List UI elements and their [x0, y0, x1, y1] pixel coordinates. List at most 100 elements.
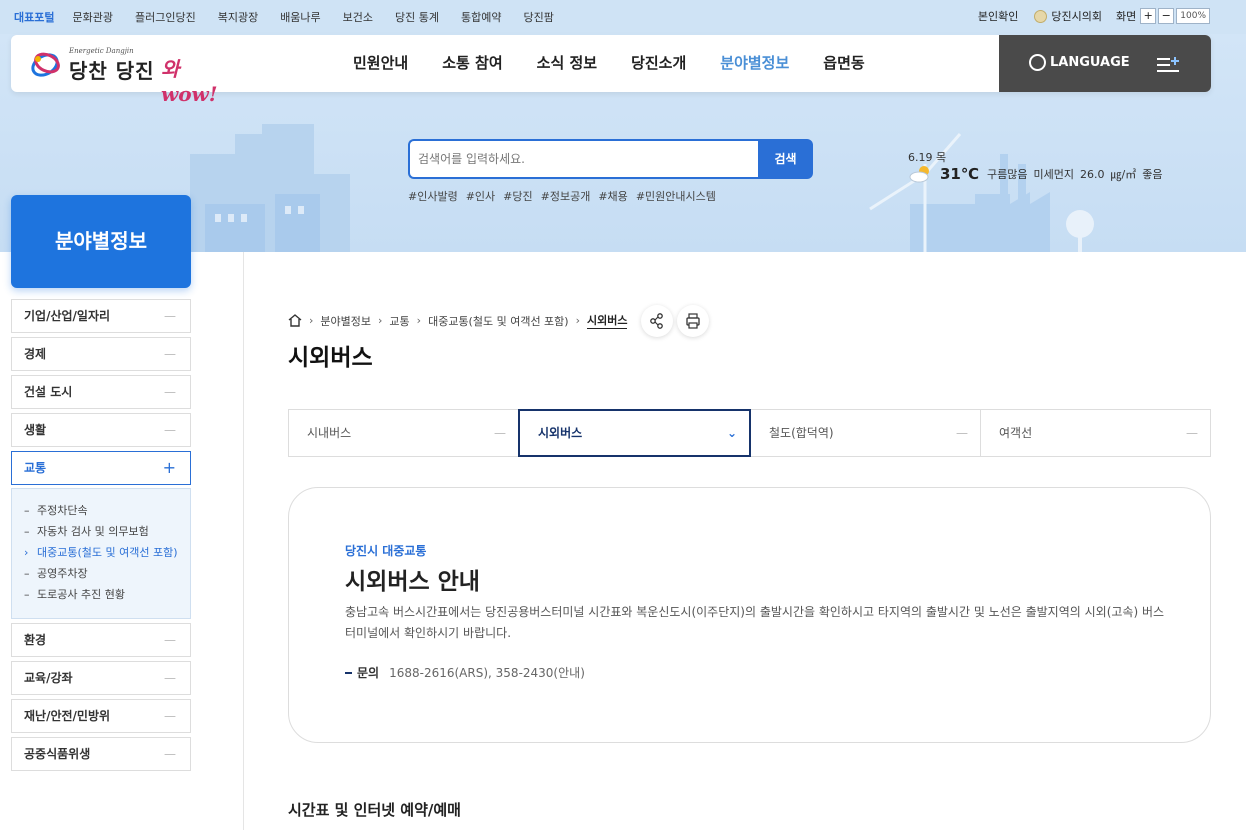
sidebar-item-food-hygiene[interactable]: 공중식품위생 — [11, 737, 191, 771]
logo-text: 당찬 당진 [69, 59, 155, 83]
family-link-plugin[interactable]: 플러그인당진 [135, 9, 196, 25]
submenu-item[interactable]: – 도로공사 추진 현황 [24, 587, 182, 602]
partly-cloudy-icon [909, 166, 929, 183]
chevron-right-icon: › [24, 546, 29, 559]
menu-fields[interactable]: 분야별정보 [720, 52, 789, 73]
family-link-welfare[interactable]: 복지광장 [218, 9, 258, 25]
family-link-farm[interactable]: 당진팜 [524, 9, 554, 25]
keyword-tag[interactable]: #인사 [466, 188, 495, 204]
family-link-reservation[interactable]: 통합예약 [461, 9, 501, 25]
dash-icon: – [24, 588, 30, 601]
menu-about[interactable]: 당진소개 [631, 52, 686, 73]
sidebar-item-economy[interactable]: 경제 — [11, 337, 191, 371]
sidebar-submenu: – 주정차단속 – 자동차 검사 및 의무보험 › 대중교통(철도 및 여객선 포함)… [11, 488, 191, 619]
site-logo[interactable]: Energetic Dangjin 당찬 당진 와wow! [29, 45, 229, 106]
plus-icon: + [162, 458, 176, 477]
submenu-item-label: 대중교통(철도 및 여객선 포함) [37, 546, 178, 559]
all-menu-icon[interactable] [1157, 55, 1179, 73]
family-link-culture[interactable]: 문화관광 [72, 9, 112, 25]
dust-label: 미세먼지 [1033, 168, 1075, 181]
search-input[interactable] [408, 139, 760, 179]
submenu-item-current[interactable]: › 대중교통(철도 및 여객선 포함) [24, 545, 182, 560]
search-button[interactable]: 검색 [758, 139, 813, 179]
tab-label: 시내버스 [307, 426, 352, 440]
tab-ferry[interactable]: 여객선 — [980, 409, 1211, 457]
family-link-health[interactable]: 보건소 [343, 9, 373, 25]
minus-icon: — [164, 309, 176, 323]
content-divider [243, 252, 244, 830]
minus-icon: — [164, 671, 176, 685]
print-icon [686, 313, 700, 329]
page-title: 시외버스 [288, 345, 373, 371]
minus-icon: — [164, 633, 176, 647]
section-title: 시간표 및 인터넷 예약/예매 [288, 801, 461, 819]
sidebar-item-label: 기업/산업/일자리 [24, 309, 111, 323]
tab-label: 철도(합덕역) [769, 426, 834, 440]
tab-intercity-bus[interactable]: 시외버스 ⌄ [518, 409, 751, 457]
breadcrumb-item[interactable]: 대중교통(철도 및 여객선 포함) [428, 313, 569, 329]
card-title: 시외버스 안내 [345, 569, 480, 595]
minus-icon: — [494, 426, 506, 440]
card-description: 충남고속 버스시간표에서는 당진공용버스터미널 시간표와 복운신도시(이주단지)… [345, 605, 1165, 640]
verify-link[interactable]: 본인확인 [978, 8, 1018, 24]
minus-icon: — [164, 347, 176, 361]
sidebar-item-label: 생활 [24, 423, 47, 437]
search-box: 검색 [408, 139, 813, 179]
chevron-down-icon: ⌄ [726, 426, 737, 440]
submenu-item[interactable]: – 자동차 검사 및 의무보험 [24, 524, 182, 539]
sidebar-item-safety[interactable]: 재난/안전/민방위 — [11, 699, 191, 733]
portal-link[interactable]: 대표포털 [14, 9, 54, 25]
submenu-item[interactable]: – 주정차단속 [24, 503, 182, 518]
keyword-tag[interactable]: #민원안내시스템 [636, 188, 716, 204]
dust-status: 좋음 [1142, 168, 1163, 181]
family-link-learning[interactable]: 배움나루 [280, 9, 320, 25]
sidebar-item-education[interactable]: 교육/강좌 — [11, 661, 191, 695]
breadcrumb-item[interactable]: 교통 [389, 313, 409, 329]
keyword-tag[interactable]: #인사발령 [408, 188, 458, 204]
utility-right: 본인확인 당진시의회 화면 + − 100% [978, 8, 1210, 24]
keyword-tag[interactable]: #채용 [598, 188, 627, 204]
card-eyebrow: 당진시 대중교통 [345, 544, 427, 558]
menu-districts[interactable]: 읍면동 [823, 52, 864, 73]
contact-value: 1688-2616(ARS), 358-2430(안내) [389, 666, 585, 680]
minus-icon: — [956, 426, 968, 440]
share-button[interactable] [641, 305, 673, 337]
zoom-value: 100% [1176, 8, 1210, 24]
popular-keywords: #인사발령 #인사 #당진 #정보공개 #채용 #민원안내시스템 [408, 188, 724, 204]
keyword-tag[interactable]: #당진 [503, 188, 532, 204]
tab-city-bus[interactable]: 시내버스 — [288, 409, 519, 457]
sidebar-item-construction[interactable]: 건설 도시 — [11, 375, 191, 409]
home-icon[interactable] [288, 314, 302, 327]
utility-bar: 대표포털 문화관광 플러그인당진 복지광장 배움나루 보건소 당진 통계 통합예… [0, 0, 1246, 34]
family-link-stats[interactable]: 당진 통계 [395, 9, 439, 25]
menu-news[interactable]: 소식 정보 [537, 52, 597, 73]
breadcrumb-item[interactable]: 분야별정보 [320, 313, 371, 329]
sidebar-item-industry[interactable]: 기업/산업/일자리 — [11, 299, 191, 333]
sidebar-item-traffic[interactable]: 교통 + [11, 451, 191, 485]
main-menu: 민원안내 소통 참여 소식 정보 당진소개 분야별정보 읍면동 [353, 52, 899, 73]
menu-civil[interactable]: 민원안내 [353, 52, 408, 73]
family-site-links: 대표포털 문화관광 플러그인당진 복지광장 배움나루 보건소 당진 통계 통합예… [14, 9, 576, 25]
language-button[interactable]: LANGUAGE [1029, 54, 1130, 71]
sidebar-title: 분야별정보 [11, 195, 191, 288]
minus-icon: — [164, 747, 176, 761]
submenu-item-label: 공영주차장 [37, 567, 88, 580]
sidebar-item-label: 교통 [24, 461, 47, 475]
menu-participation[interactable]: 소통 참여 [442, 52, 502, 73]
keyword-tag[interactable]: #정보공개 [541, 188, 591, 204]
print-button[interactable] [677, 305, 709, 337]
logo-emblem-icon [31, 52, 60, 77]
tab-railway[interactable]: 철도(합덕역) — [750, 409, 981, 457]
submenu-item[interactable]: – 공영주차장 [24, 566, 182, 581]
submenu-item-label: 자동차 검사 및 의무보험 [37, 525, 149, 538]
sidebar-item-environment[interactable]: 환경 — [11, 623, 191, 657]
council-link[interactable]: 당진시의회 [1051, 8, 1102, 24]
zoom-in-button[interactable]: + [1140, 8, 1157, 24]
info-card: 당진시 대중교통 시외버스 안내 충남고속 버스시간표에서는 당진공용버스터미널… [288, 487, 1211, 743]
zoom-out-button[interactable]: − [1158, 8, 1175, 24]
sidebar-item-living[interactable]: 생활 — [11, 413, 191, 447]
weather-condition: 구름많음 [987, 168, 1028, 181]
minus-icon: — [164, 709, 176, 723]
breadcrumb-separator: › [575, 314, 580, 327]
sidebar-item-label: 교육/강좌 [24, 671, 73, 685]
